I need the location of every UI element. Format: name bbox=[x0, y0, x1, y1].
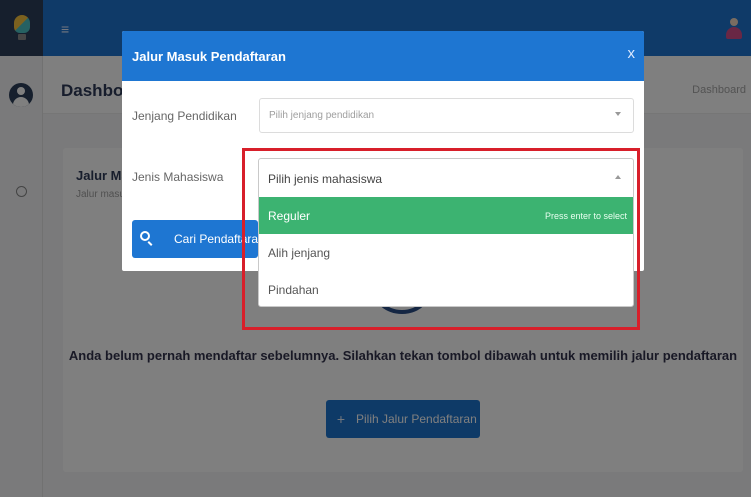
jenis-label: Jenis Mahasiswa bbox=[132, 170, 224, 184]
search-icon bbox=[140, 231, 150, 241]
close-icon[interactable]: x bbox=[628, 45, 636, 62]
search-registration-button[interactable]: Cari Pendaftaran bbox=[132, 220, 265, 258]
annotation-highlight-box bbox=[242, 148, 640, 330]
modal-title: Jalur Masuk Pendaftaran bbox=[132, 49, 286, 64]
jenjang-select[interactable]: Pilih jenjang pendidikan bbox=[259, 98, 634, 133]
chevron-down-icon bbox=[615, 112, 621, 116]
jenjang-label: Jenjang Pendidikan bbox=[132, 109, 237, 123]
modal-header: Jalur Masuk Pendaftaran x bbox=[122, 31, 644, 81]
jenjang-placeholder: Pilih jenjang pendidikan bbox=[269, 110, 375, 121]
